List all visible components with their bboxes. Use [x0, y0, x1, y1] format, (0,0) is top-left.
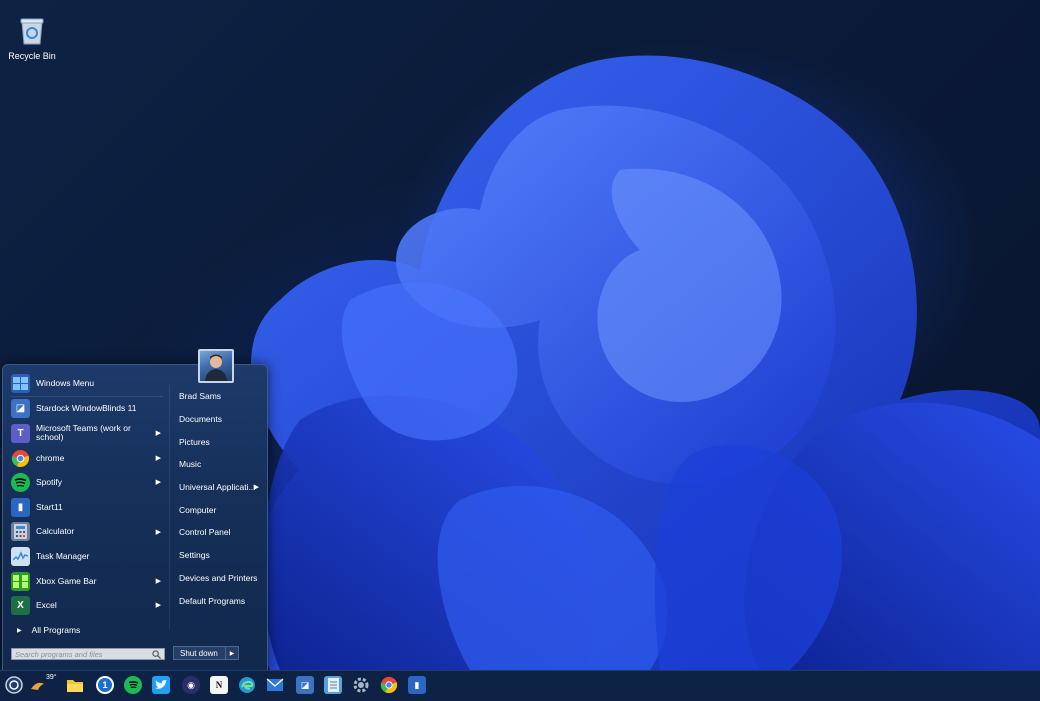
chrome-icon[interactable]	[380, 676, 398, 694]
place-music[interactable]: Music	[171, 453, 263, 476]
start-menu-header[interactable]: Windows Menu	[7, 371, 167, 396]
place-label: Documents	[179, 414, 222, 425]
submenu-arrow-icon: ▶	[155, 577, 161, 585]
desktop-icon-recycle-bin[interactable]: Recycle Bin	[8, 16, 56, 61]
program-label: chrome	[36, 452, 65, 463]
place-documents[interactable]: Documents	[171, 408, 263, 431]
spotify-icon[interactable]	[124, 676, 142, 694]
windowblinds-icon: ◪	[11, 399, 30, 419]
task-manager-icon	[11, 546, 30, 566]
excel-icon: X	[11, 596, 30, 616]
place-label: Universal Applicati...	[179, 482, 256, 493]
place-pictures[interactable]: Pictures	[171, 430, 263, 453]
calculator-icon	[11, 522, 30, 542]
place-label: Control Panel	[179, 527, 231, 538]
xbox-game-bar-icon	[11, 571, 30, 591]
weather-temperature: 39°	[46, 674, 57, 681]
program-start11[interactable]: ▮ Start11	[7, 495, 167, 520]
windows-menu-icon	[11, 373, 30, 393]
start-menu-header-label: Windows Menu	[36, 377, 95, 388]
place-control-panel[interactable]: Control Panel	[171, 521, 263, 544]
place-settings[interactable]: Settings	[171, 544, 263, 567]
place-label: Devices and Printers	[179, 572, 258, 583]
place-universal-applications[interactable]: Universal Applicati... ▶	[171, 476, 263, 499]
place-label: Music	[179, 459, 202, 470]
1password-icon[interactable]: 1	[96, 676, 114, 694]
place-devices-and-printers[interactable]: Devices and Printers	[171, 567, 263, 590]
program-label: Xbox Game Bar	[36, 575, 97, 586]
start-menu-places: Brad Sams Documents Pictures Music Unive…	[171, 385, 263, 612]
teams-icon: T	[11, 423, 30, 443]
search-icon	[152, 650, 161, 659]
search-placeholder: Search programs and files	[15, 649, 103, 659]
program-chrome[interactable]: chrome ▶	[7, 446, 167, 471]
program-task-manager[interactable]: Task Manager	[7, 544, 167, 569]
place-label: Computer	[179, 504, 217, 515]
start11-icon: ▮	[11, 497, 30, 517]
place-default-programs[interactable]: Default Programs	[171, 589, 263, 612]
pane-divider	[169, 385, 170, 629]
user-avatar[interactable]	[198, 349, 234, 383]
notepad-icon[interactable]	[324, 676, 342, 694]
submenu-arrow-icon: ▶	[155, 454, 161, 462]
edge-icon[interactable]	[238, 676, 256, 694]
desktop-icon-label: Recycle Bin	[8, 51, 56, 61]
settings-icon[interactable]	[352, 676, 370, 694]
notion-icon[interactable]: N	[210, 676, 228, 694]
program-label: Start11	[36, 501, 63, 512]
place-label: Brad Sams	[179, 391, 222, 402]
program-teams[interactable]: T Microsoft Teams (work or school) ▶	[7, 421, 167, 446]
shutdown-options-arrow-icon[interactable]: ▶	[225, 647, 238, 659]
weather-icon[interactable]	[28, 676, 46, 694]
program-windowblinds[interactable]: ◪ Stardock WindowBlinds 11	[7, 397, 167, 422]
program-label: Stardock WindowBlinds 11	[36, 403, 137, 414]
search-input[interactable]: Search programs and files	[11, 648, 165, 660]
place-computer[interactable]: Computer	[171, 498, 263, 521]
app-circle-icon[interactable]: ◉	[182, 676, 200, 694]
place-label: Settings	[179, 550, 210, 561]
spotify-icon	[11, 473, 30, 493]
program-label: Excel	[36, 600, 57, 611]
program-label: Spotify	[36, 477, 62, 488]
all-programs-label: All Programs	[31, 625, 81, 635]
submenu-arrow-icon: ▶	[155, 430, 161, 438]
program-label: Task Manager	[36, 550, 90, 561]
program-excel[interactable]: X Excel ▶	[7, 593, 167, 618]
windowblinds-icon[interactable]: ◪	[296, 676, 314, 694]
submenu-arrow-icon: ▶	[155, 602, 161, 610]
program-xbox-game-bar[interactable]: Xbox Game Bar ▶	[7, 569, 167, 594]
file-explorer-icon[interactable]	[66, 676, 84, 694]
submenu-arrow-icon: ▶	[155, 479, 161, 487]
start-menu: Windows Menu ◪ Stardock WindowBlinds 11 …	[2, 364, 268, 671]
shutdown-label: Shut down	[180, 648, 218, 658]
start-button-icon[interactable]	[5, 676, 23, 694]
program-calculator[interactable]: Calculator ▶	[7, 520, 167, 545]
place-label: Pictures	[179, 436, 210, 447]
expand-arrow-icon: ▶	[17, 627, 22, 634]
mail-icon[interactable]	[266, 676, 284, 694]
chrome-icon	[11, 449, 30, 468]
submenu-arrow-icon: ▶	[155, 528, 161, 536]
place-label: Default Programs	[179, 595, 246, 606]
program-spotify[interactable]: Spotify ▶	[7, 470, 167, 495]
twitter-icon[interactable]	[152, 676, 170, 694]
start-menu-programs: Windows Menu ◪ Stardock WindowBlinds 11 …	[7, 371, 167, 635]
shutdown-button[interactable]: Shut down ▶	[173, 646, 239, 660]
all-programs-button[interactable]: ▶ All Programs	[17, 625, 80, 635]
place-user[interactable]: Brad Sams	[171, 385, 263, 408]
submenu-arrow-icon: ▶	[253, 483, 259, 491]
start11-icon[interactable]: ▮	[408, 676, 426, 694]
program-label: Microsoft Teams (work or school)	[36, 423, 131, 443]
program-label: Calculator	[36, 526, 75, 537]
user-portrait-icon	[205, 354, 227, 381]
recycle-bin-icon	[20, 18, 44, 45]
